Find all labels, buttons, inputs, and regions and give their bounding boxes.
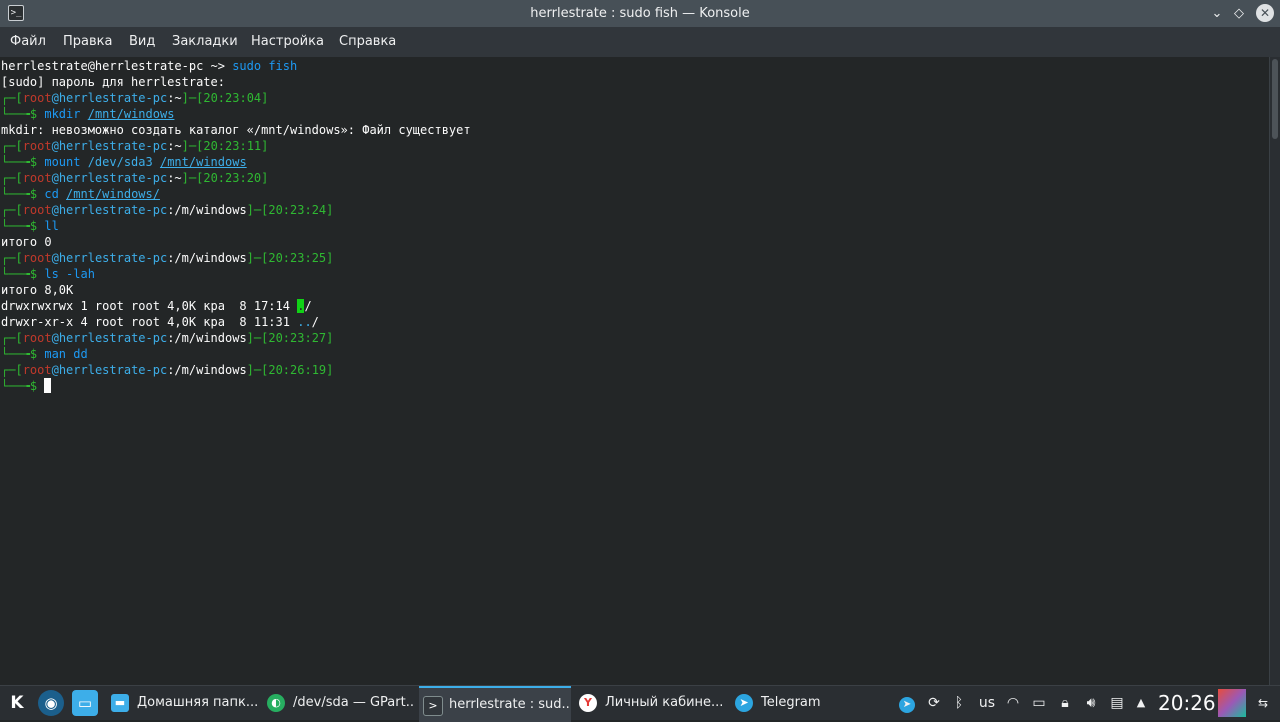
prompt-line: ┌─[root@herrlestrate-pc:/m/windows]─[20:… [1,331,334,345]
minimize-button[interactable]: ⌄ [1206,0,1228,27]
show-desktop-icon[interactable] [1218,689,1246,717]
command-line: └──╼$ [1,378,52,394]
task-home-folder[interactable]: ▬ Домашняя папк... [107,686,259,720]
telegram-icon: ➤ [735,694,753,712]
terminal-line: итого 0 [1,235,52,249]
command-line: └──╼$ cd /mnt/windows/ [1,187,160,201]
menu-file[interactable]: Файл [10,27,46,57]
task-telegram[interactable]: ➤ Telegram [731,686,883,720]
command-line: └──╼$ man dd [1,347,88,361]
clipboard-icon[interactable]: ▤ [1106,686,1128,720]
prompt-line: ┌─[root@herrlestrate-pc:~]─[20:23:11] [1,139,269,153]
volume-icon[interactable]: 🔊︎ [1080,686,1102,720]
update-tray-icon[interactable]: ⟳ [923,686,945,720]
terminal-icon: > [423,696,443,716]
prompt-line: ┌─[root@herrlestrate-pc:~]─[20:23:04] [1,91,269,105]
terminal-view[interactable]: herrlestrate@herrlestrate-pc ~> sudo fis… [0,57,1269,685]
keyboard-layout-indicator[interactable]: us [974,686,1000,720]
prompt-line: ┌─[root@herrlestrate-pc:/m/windows]─[20:… [1,251,334,265]
show-hidden-icons-arrow[interactable]: ▲ [1131,686,1151,720]
window-titlebar[interactable]: >_ herrlestrate : sudo fish — Konsole ⌄ … [0,0,1280,27]
telegram-tray-icon[interactable]: ➤ [896,686,918,720]
menu-help[interactable]: Справка [339,27,396,57]
terminal-line: итого 8,0K [1,283,74,297]
keep-above-button[interactable]: ◇ [1228,0,1250,27]
folder-icon: ▬ [111,694,129,712]
clock[interactable]: 20:26 [1158,686,1216,720]
kde-logo-icon[interactable]: K [4,690,30,716]
wifi-icon[interactable]: ◠ [1002,686,1024,720]
command-line: └──╼$ mkdir /mnt/windows [1,107,175,121]
file-manager-icon[interactable]: ▭ [72,690,98,716]
menu-edit[interactable]: Правка [63,27,112,57]
prompt-line: ┌─[root@herrlestrate-pc:/m/windows]─[20:… [1,203,334,217]
chevron-down-icon: ⌄ [1211,6,1223,21]
terminal-line: drwxrwxrwx 1 root root 4,0K кра 8 17:14 … [1,299,312,313]
prompt-line: ┌─[root@herrlestrate-pc:~]─[20:23:20] [1,171,269,185]
terminal-line: [sudo] пароль для herrlestrate: [1,75,225,89]
command-line: └──╼$ ls -lah [1,267,95,281]
diamond-icon: ◇ [1234,6,1244,21]
close-button[interactable]: ✕ [1256,4,1274,22]
command-line: └──╼$ ll [1,219,59,233]
text-cursor [44,378,52,393]
taskbar: K ◉ ▭ ▬ Домашняя папк... ◐ /dev/sda — GP… [0,685,1280,722]
lock-icon[interactable]: 🔒︎ [1054,686,1076,720]
menu-view[interactable]: Вид [129,27,155,57]
panel-settings-icon[interactable]: ⇆ [1252,686,1274,720]
menu-settings[interactable]: Настройка [251,27,324,57]
terminal-scrollbar[interactable] [1269,57,1280,685]
prompt-line: ┌─[root@herrlestrate-pc:/m/windows]─[20:… [1,363,334,377]
terminal-line: drwxr-xr-x 4 root root 4,0K кра 8 11:31 … [1,315,319,329]
task-gparted[interactable]: ◐ /dev/sda — GPart... [263,686,415,720]
bluetooth-icon[interactable]: ᛒ [948,686,970,720]
battery-icon[interactable]: ▭ [1028,686,1050,720]
yandex-browser-icon: Y [579,694,597,712]
task-yandex-browser[interactable]: Y Личный кабине... [575,686,727,720]
gparted-icon: ◐ [267,694,285,712]
close-icon: ✕ [1259,6,1271,20]
terminal-line: herrlestrate@herrlestrate-pc ~> sudo fis… [1,59,298,73]
menu-bar: Файл Правка Вид Закладки Настройка Справ… [0,27,1280,57]
menu-bookmarks[interactable]: Закладки [172,27,238,57]
command-line: └──╼$ mount /dev/sda3 /mnt/windows [1,155,247,169]
steam-icon[interactable]: ◉ [38,690,64,716]
window-title: herrlestrate : sudo fish — Konsole [530,6,750,21]
terminal-line: mkdir: невозможно создать каталог «/mnt/… [1,123,471,137]
scrollbar-thumb[interactable] [1272,59,1278,139]
task-konsole[interactable]: > herrlestrate : sud... [419,686,571,722]
